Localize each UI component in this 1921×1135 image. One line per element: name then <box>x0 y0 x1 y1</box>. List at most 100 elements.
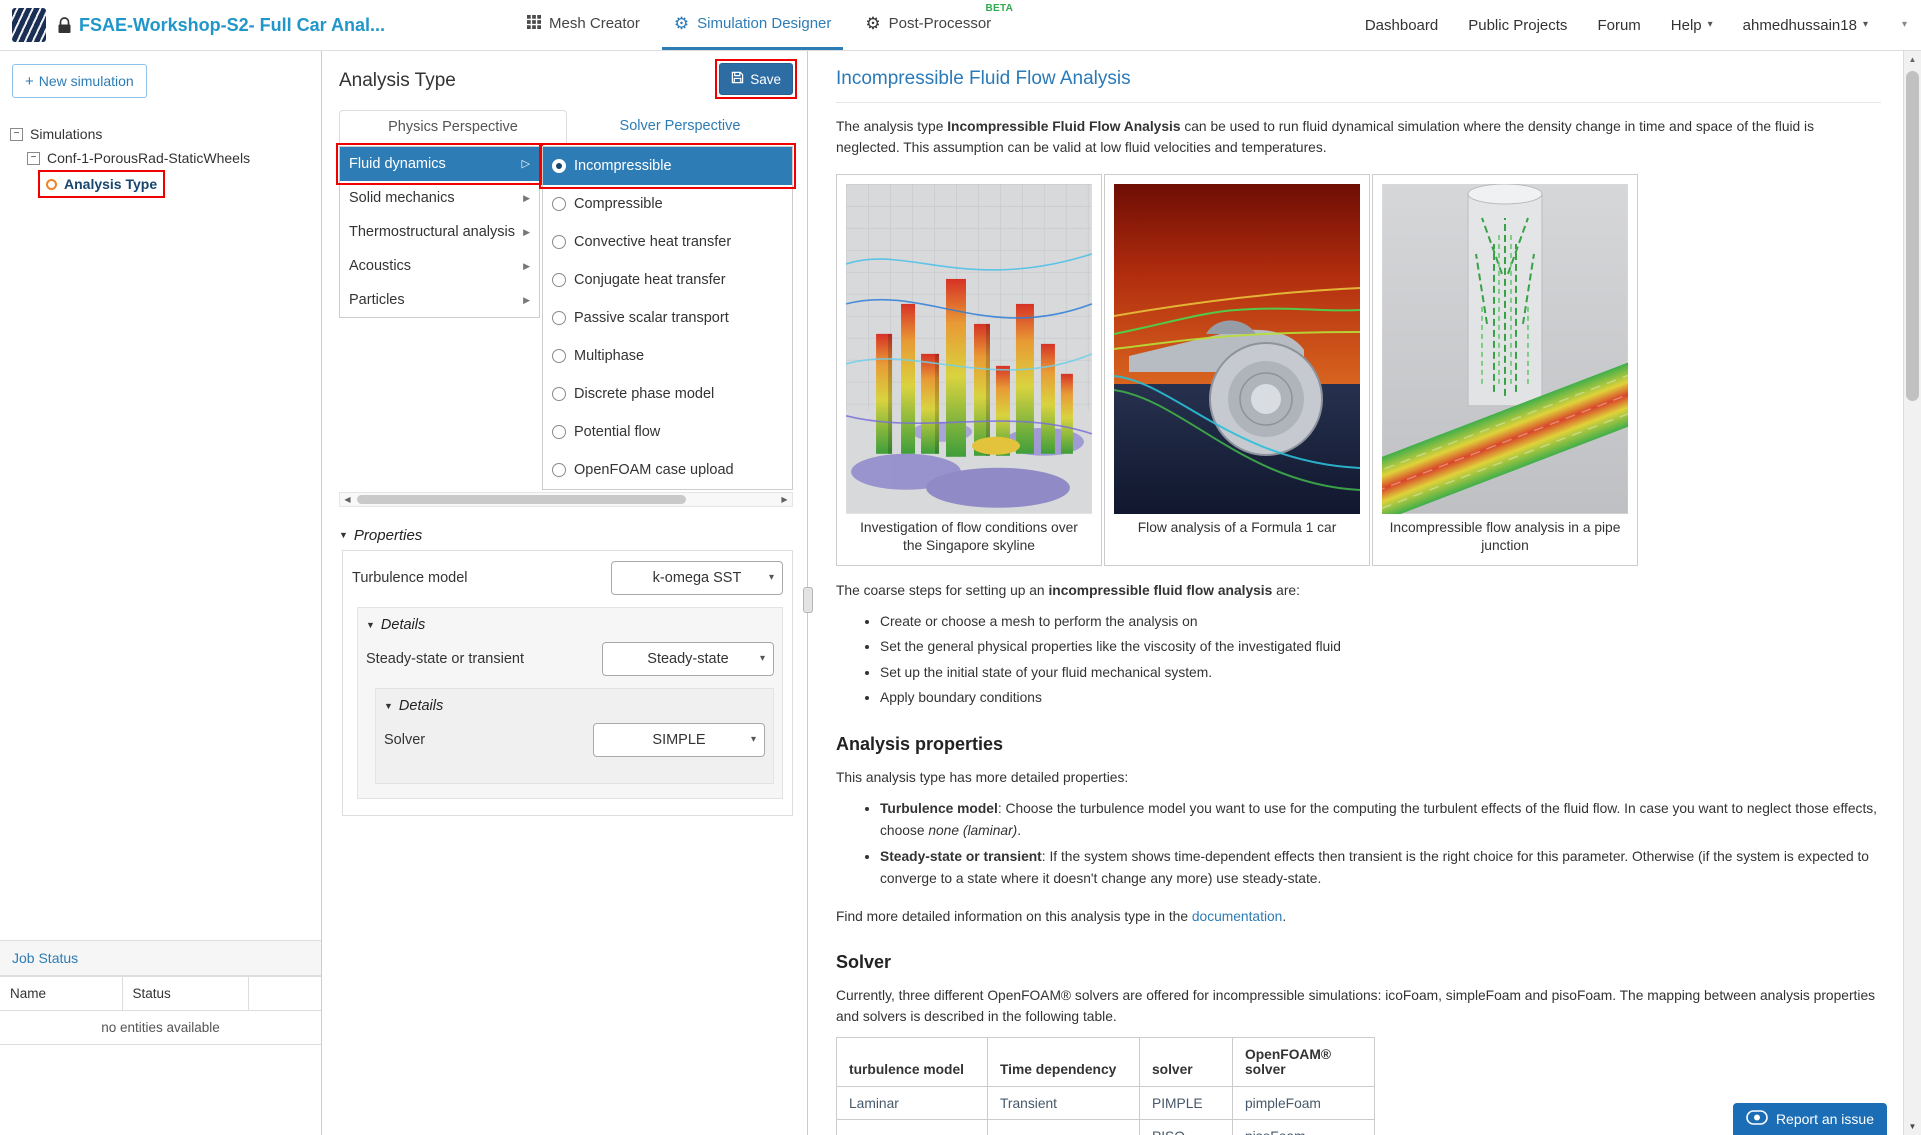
solver-select[interactable]: SIMPLE ▾ <box>593 723 765 757</box>
radio-icon <box>552 463 566 477</box>
triangle-down-icon: ▼ <box>384 702 393 711</box>
collapse-navbar-caret[interactable]: ▾ <box>1902 20 1907 30</box>
tree-item-analysis-type[interactable]: Analysis Type <box>0 170 321 198</box>
option-conjugate-heat-transfer[interactable]: Conjugate heat transfer <box>543 261 792 299</box>
save-button[interactable]: Save <box>719 63 793 95</box>
documentation-link[interactable]: documentation <box>1192 909 1283 924</box>
option-multiphase[interactable]: Multiphase <box>543 337 792 375</box>
top-navbar: FSAE-Workshop-S2- Full Car Anal... Mesh … <box>0 0 1921 51</box>
physics-label: Fluid dynamics <box>349 156 446 172</box>
steady-state-select[interactable]: Steady-state ▾ <box>602 642 774 676</box>
physics-label: Solid mechanics <box>349 190 455 206</box>
chevron-down-icon: ▾ <box>1708 20 1713 30</box>
eye-icon <box>1746 1110 1768 1128</box>
panel-resize-handle[interactable] <box>803 587 813 613</box>
turbulence-model-label: Turbulence model <box>352 570 468 586</box>
tree-item-configuration[interactable]: − Conf-1-PorousRad-StaticWheels <box>0 146 321 170</box>
arrow-right-icon: ▷ <box>522 159 530 170</box>
nav-link-dashboard[interactable]: Dashboard <box>1365 17 1438 34</box>
list-item: Turbulence model: Choose the turbulence … <box>880 798 1881 843</box>
section-label: Properties <box>354 527 422 544</box>
solver-heading: Solver <box>836 952 1881 973</box>
f1-cfd-image <box>1114 184 1360 514</box>
tree-item-label: Simulations <box>30 126 102 142</box>
radio-icon <box>552 387 566 401</box>
chevron-down-icon: ▾ <box>751 735 756 745</box>
option-convective-heat-transfer[interactable]: Convective heat transfer <box>543 223 792 261</box>
list-item: Set the general physical properties like… <box>880 636 1881 658</box>
column-header-status: Status <box>122 977 248 1011</box>
triangle-down-icon: ▼ <box>339 531 348 540</box>
physics-item-fluid-dynamics[interactable]: Fluid dynamics ▷ <box>340 147 539 181</box>
simulation-tree-sidebar: + New simulation − Simulations − Conf-1-… <box>0 51 322 1135</box>
radio-icon <box>552 425 566 439</box>
analysis-properties-heading: Analysis properties <box>836 734 1881 755</box>
analysis-type-panel: Analysis Type Save Physics Perspective S… <box>322 51 808 1135</box>
physics-item-acoustics[interactable]: Acoustics ▶ <box>340 249 539 283</box>
list-item: Set up the initial state of your fluid m… <box>880 662 1881 684</box>
option-passive-scalar-transport[interactable]: Passive scalar transport <box>543 299 792 337</box>
properties-section-toggle[interactable]: ▼ Properties <box>339 527 793 544</box>
radio-icon <box>552 235 566 249</box>
nav-link-public-projects[interactable]: Public Projects <box>1468 17 1567 34</box>
option-compressible[interactable]: Compressible <box>543 185 792 223</box>
table-row: Laminar Transient PIMPLE pimpleFoam <box>837 1087 1375 1120</box>
skyline-cfd-image <box>846 184 1092 514</box>
option-discrete-phase-model[interactable]: Discrete phase model <box>543 375 792 413</box>
tab-simulation-designer[interactable]: ⚙ Simulation Designer <box>662 0 843 50</box>
option-incompressible[interactable]: Incompressible <box>543 147 792 185</box>
floppy-disk-icon <box>731 71 744 87</box>
option-openfoam-case-upload[interactable]: OpenFOAM case upload <box>543 451 792 489</box>
help-menu[interactable]: Help ▾ <box>1671 17 1713 34</box>
option-label: Convective heat transfer <box>574 234 731 250</box>
scroll-right-icon[interactable]: ▶ <box>777 493 792 506</box>
panel-title: Analysis Type <box>339 63 456 92</box>
details-section-toggle[interactable]: ▼ Details <box>366 617 774 633</box>
horizontal-scrollbar: ◀ ▶ <box>339 492 793 507</box>
tab-solver-perspective[interactable]: Solver Perspective <box>567 110 793 144</box>
collapse-icon[interactable]: − <box>27 152 40 165</box>
steady-state-label: Steady-state or transient <box>366 651 524 667</box>
arrow-right-icon: ▶ <box>523 194 530 203</box>
scrollbar-thumb[interactable] <box>1906 71 1919 401</box>
list-item: Steady-state or transient: If the system… <box>880 846 1881 891</box>
workspace-tabs: Mesh Creator ⚙ Simulation Designer ⚙ Pos… <box>515 0 1003 50</box>
option-label: Discrete phase model <box>574 386 714 402</box>
physics-item-solid-mechanics[interactable]: Solid mechanics ▶ <box>340 181 539 215</box>
turbulence-model-select[interactable]: k-omega SST ▾ <box>611 561 783 595</box>
nav-link-forum[interactable]: Forum <box>1597 17 1640 34</box>
simscale-logo[interactable] <box>12 8 46 42</box>
perspective-tabs: Physics Perspective Solver Perspective <box>339 110 793 144</box>
scroll-down-icon[interactable]: ▼ <box>1904 1118 1921 1135</box>
scroll-left-icon[interactable]: ◀ <box>340 493 355 506</box>
physics-item-thermostructural[interactable]: Thermostructural analysis ▶ <box>340 215 539 249</box>
scrollbar-thumb[interactable] <box>357 495 686 504</box>
arrow-right-icon: ▶ <box>523 228 530 237</box>
grid-icon <box>527 15 541 33</box>
option-potential-flow[interactable]: Potential flow <box>543 413 792 451</box>
physics-label: Thermostructural analysis <box>349 224 515 240</box>
tab-mesh-creator[interactable]: Mesh Creator <box>515 0 652 50</box>
option-label: Multiphase <box>574 348 644 364</box>
arrow-right-icon: ▶ <box>523 262 530 271</box>
job-status-table: Name Status no entities available <box>0 976 321 1045</box>
tree-item-simulations[interactable]: − Simulations <box>0 122 321 146</box>
properties-list: Turbulence model: Choose the turbulence … <box>836 798 1881 890</box>
new-simulation-button[interactable]: + New simulation <box>12 64 147 98</box>
figure-f1-car: Flow analysis of a Formula 1 car <box>1104 174 1370 566</box>
physics-label: Acoustics <box>349 258 411 274</box>
tab-physics-perspective[interactable]: Physics Perspective <box>339 110 567 144</box>
status-circle-icon <box>46 179 57 190</box>
scroll-up-icon[interactable]: ▲ <box>1904 51 1921 68</box>
gears-icon: ⚙ <box>674 15 689 32</box>
tab-post-processor[interactable]: ⚙ Post-Processor BETA <box>853 0 1003 50</box>
figure-pipe-junction: Incompressible flow analysis in a pipe j… <box>1372 174 1638 566</box>
details-section-toggle[interactable]: ▼ Details <box>384 698 765 714</box>
list-item: Create or choose a mesh to perform the a… <box>880 611 1881 633</box>
user-menu[interactable]: ahmedhussain18 ▾ <box>1743 17 1868 34</box>
report-issue-button[interactable]: Report an issue <box>1733 1103 1887 1135</box>
section-label: Details <box>381 617 425 633</box>
collapse-icon[interactable]: − <box>10 128 23 141</box>
physics-item-particles[interactable]: Particles ▶ <box>340 283 539 317</box>
solver-label: Solver <box>384 732 425 748</box>
